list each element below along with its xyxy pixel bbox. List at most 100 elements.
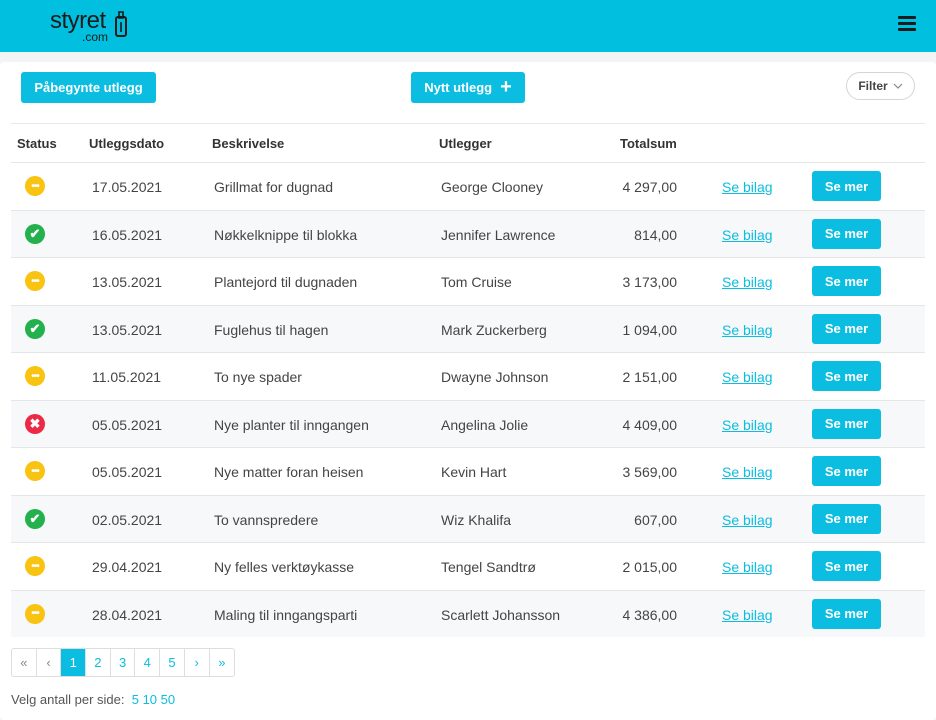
row-total: 4 386,00: [622, 606, 678, 623]
view-receipt-link[interactable]: Se bilag: [722, 274, 773, 290]
pending-icon: •••: [25, 366, 45, 386]
header-date: Utleggsdato: [89, 136, 165, 151]
row-description: Nye planter til inngangen: [214, 416, 369, 433]
row-date: 13.05.2021: [92, 274, 163, 290]
row-date: 02.05.2021: [92, 511, 163, 528]
table-row: ••• 11.05.2021 To nye spader Dwayne Johnson…: [11, 352, 925, 400]
view-receipt-link[interactable]: Se bilag: [722, 559, 773, 575]
page-1-button[interactable]: 1: [61, 649, 87, 676]
row-date: 28.04.2021: [92, 606, 163, 623]
x-icon: ✖: [25, 413, 45, 434]
top-bar: styret .com: [0, 0, 936, 52]
row-date: 05.05.2021: [92, 416, 163, 433]
pending-icon: •••: [25, 176, 45, 196]
row-payer: Kevin Hart: [441, 464, 507, 480]
table-row: ✔ 16.05.2021 Nøkkelknippe til blokka Jennif…: [11, 209, 925, 257]
row-total: 1 094,00: [622, 321, 678, 338]
see-more-button[interactable]: Se mer: [812, 408, 881, 439]
view-receipt-link[interactable]: Se bilag: [722, 607, 773, 623]
header-status: Status: [17, 136, 57, 151]
table-header: Status Utleggsdato Beskrivelse Utlegger …: [0, 124, 936, 162]
per-page-label: Velg antall per side:: [11, 692, 125, 707]
table-row: ••• 28.04.2021 Maling til inngangsparti Sca…: [11, 589, 925, 637]
expense-rows: ••• 17.05.2021 Grillmat for dugnad George C…: [11, 162, 925, 637]
see-more-button[interactable]: Se mer: [812, 551, 881, 581]
pending-icon: •••: [25, 461, 45, 481]
first-page-button[interactable]: «: [12, 649, 37, 676]
see-more-button[interactable]: Se mer: [812, 313, 881, 344]
row-date: 13.05.2021: [92, 321, 163, 338]
see-more-button[interactable]: Se mer: [812, 503, 881, 534]
new-expense-button[interactable]: Nytt utlegg +: [411, 72, 525, 103]
table-row: ••• 17.05.2021 Grillmat for dugnad George C…: [11, 162, 925, 210]
view-receipt-link[interactable]: Se bilag: [722, 179, 773, 195]
row-total: 607,00: [634, 511, 677, 528]
table-row: ✔ 13.05.2021 Fuglehus til hagen Mark Zucker…: [11, 304, 925, 352]
view-receipt-link[interactable]: Se bilag: [722, 322, 773, 338]
row-date: 11.05.2021: [92, 369, 162, 385]
hamburger-menu-icon[interactable]: [898, 16, 916, 32]
pending-icon: •••: [25, 556, 45, 576]
row-description: Plantejord til dugnaden: [214, 274, 358, 290]
check-icon: ✔: [25, 223, 45, 244]
view-receipt-link[interactable]: Se bilag: [722, 464, 773, 480]
row-payer: Dwayne Johnson: [441, 369, 549, 385]
row-date: 16.05.2021: [92, 226, 163, 243]
view-receipt-link[interactable]: Se bilag: [722, 227, 773, 243]
row-payer: Wiz Khalifa: [441, 511, 512, 528]
new-expense-label: Nytt utlegg: [424, 80, 493, 95]
styret-logo[interactable]: styret .com: [50, 7, 140, 47]
header-payer: Utlegger: [439, 136, 492, 151]
started-expenses-button[interactable]: Påbegynte utlegg: [21, 72, 156, 103]
pagination: « ‹ 1 2 3 4 5 › »: [11, 648, 236, 677]
see-more-button[interactable]: Se mer: [812, 266, 881, 296]
next-page-button[interactable]: ›: [185, 649, 210, 676]
prev-page-button[interactable]: ‹: [37, 649, 62, 676]
table-row: ••• 05.05.2021 Nye matter foran heisen Kevi…: [11, 447, 925, 495]
see-more-button[interactable]: Se mer: [812, 361, 881, 391]
table-row: ✔ 02.05.2021 To vannspredere Wiz Khalifa 607…: [11, 494, 925, 542]
see-more-button[interactable]: Se mer: [812, 598, 881, 629]
filter-button[interactable]: Filter: [846, 72, 915, 100]
phone-icon: [115, 11, 127, 37]
pending-icon: •••: [25, 603, 45, 624]
per-page-option-5[interactable]: 5: [132, 692, 139, 707]
per-page-option-10[interactable]: 10: [143, 692, 157, 707]
row-total: 4 297,00: [622, 179, 678, 195]
row-description: Ny felles verktøykasse: [214, 559, 355, 575]
page-5-button[interactable]: 5: [160, 649, 185, 676]
row-description: To nye spader: [214, 369, 302, 385]
row-payer: Tom Cruise: [441, 274, 512, 290]
row-total: 3 569,00: [622, 464, 678, 480]
see-more-button[interactable]: Se mer: [812, 456, 881, 486]
chevron-down-icon: [893, 83, 903, 89]
row-payer: Scarlett Johansson: [441, 606, 561, 623]
row-total: 4 409,00: [622, 416, 678, 433]
row-description: Grillmat for dugnad: [214, 179, 334, 195]
table-row: ••• 29.04.2021 Ny felles verktøykasse Tenge…: [11, 542, 925, 590]
row-date: 29.04.2021: [92, 559, 163, 575]
row-description: Nye matter foran heisen: [214, 464, 364, 480]
filter-label: Filter: [858, 79, 888, 93]
see-more-button[interactable]: Se mer: [812, 218, 881, 249]
view-receipt-link[interactable]: Se bilag: [722, 512, 773, 528]
check-icon: ✔: [25, 508, 45, 529]
header-description: Beskrivelse: [212, 136, 285, 151]
view-receipt-link[interactable]: Se bilag: [722, 417, 773, 433]
row-date: 17.05.2021: [92, 179, 163, 195]
row-payer: Jennifer Lawrence: [441, 226, 556, 243]
row-description: To vannspredere: [214, 511, 319, 528]
view-receipt-link[interactable]: Se bilag: [722, 369, 773, 385]
plus-icon: +: [500, 75, 512, 98]
page-4-button[interactable]: 4: [135, 649, 161, 676]
page-2-button[interactable]: 2: [86, 649, 111, 676]
page-3-button[interactable]: 3: [111, 649, 136, 676]
row-description: Maling til inngangsparti: [214, 606, 358, 623]
table-row: ✖ 05.05.2021 Nye planter til inngangen Ange…: [11, 399, 925, 447]
see-more-button[interactable]: Se mer: [812, 171, 881, 201]
header-total: Totalsum: [620, 136, 677, 151]
row-payer: Tengel Sandtrø: [441, 559, 536, 575]
last-page-button[interactable]: »: [210, 649, 235, 676]
per-page-option-50[interactable]: 50: [161, 692, 175, 707]
check-icon: ✔: [25, 318, 45, 339]
